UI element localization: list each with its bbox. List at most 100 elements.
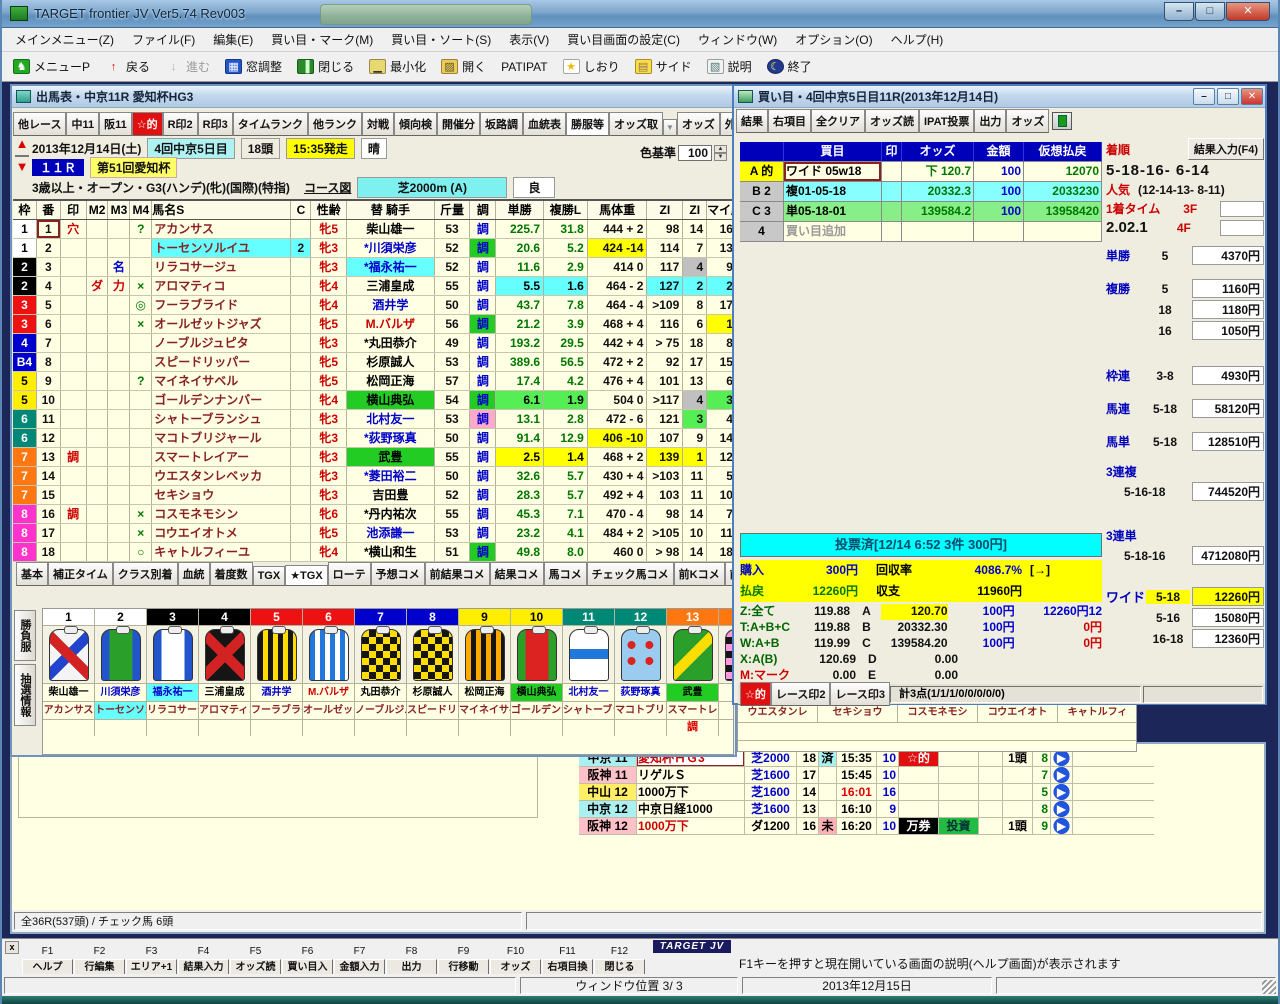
shutsuba-tab-1[interactable]: 中11 — [66, 112, 100, 136]
kaime-caption[interactable]: 買い目・4回中京5日目11R(2013年12月14日) – □ ✕ — [734, 86, 1265, 108]
bottom-tab-2[interactable]: クラス別着 — [112, 562, 178, 586]
race-list-row[interactable]: 中山 12 1000万下 芝1600 14 16:01 16 5 ▶ — [579, 784, 1154, 801]
shutsuba-tab-7[interactable]: 他ランク — [307, 112, 362, 136]
kaime-tool-5[interactable]: 出力 — [974, 109, 1007, 133]
menu-p-button[interactable]: ♞ メニューP — [6, 56, 97, 77]
shutsuba-tab-11[interactable]: 坂路調 — [479, 112, 523, 136]
table-row[interactable]: 1 1 穴? アカンサス 牝5 柴山雄一 53 調 225.7 31.8 444 + 2 98 14 16 — [13, 220, 737, 239]
bottom-tab-12[interactable]: チェック馬コメ — [586, 562, 674, 586]
race-open-icon[interactable]: ▶ — [1051, 784, 1073, 800]
race-open-icon[interactable]: ▶ — [1051, 801, 1073, 817]
bet-row[interactable]: A 的ワイド 05w18 下 120.7 100 12070 — [740, 162, 1102, 182]
menu-item-買い目画面の設定(C)[interactable]: 買い目画面の設定(C) — [558, 28, 689, 51]
bet-row[interactable]: B 2 複01-05-18 20332.3 100 2033230 — [740, 182, 1102, 202]
tab-race-mark3[interactable]: レース印3 — [830, 682, 891, 706]
table-row[interactable]: 5 9? マイネイサベル 牝5 松岡正海 57 調 17.4 4.2 476 + 4 101 13 6 — [13, 372, 737, 391]
close-button[interactable]: ✕ — [1226, 2, 1270, 21]
shutsuba-tab-8[interactable]: 対戦 — [361, 112, 394, 136]
ipat-button[interactable]: PAT IPAT — [494, 58, 554, 76]
bottom-tab-7[interactable]: ローテ — [327, 562, 371, 586]
shutsuba-tab-9[interactable]: 傾向検 — [393, 112, 437, 136]
kaime-tool-6[interactable]: オッズ — [1006, 109, 1050, 133]
bottom-tab-4[interactable]: 着度数 — [209, 562, 253, 586]
close-window-button[interactable]: ▐ 閉じる — [290, 56, 361, 77]
bet-row[interactable]: C 3 単05-18-01 139584.2 100 13958420 — [740, 202, 1102, 222]
shutsuba-tab-16[interactable]: オッズ — [676, 112, 720, 136]
menu-item-メインメニュー(Z)[interactable]: メインメニュー(Z) — [6, 28, 123, 51]
tab-mark-hit[interactable]: ☆的 — [740, 682, 771, 706]
back-button[interactable]: ↑ 戻る — [98, 56, 157, 77]
kaime-tool-1[interactable]: 右項目 — [768, 109, 811, 133]
result-input-button[interactable]: 結果入力(F4) — [1187, 138, 1264, 160]
shutsuba-tab-5[interactable]: R印3 — [197, 112, 233, 136]
race-list-row[interactable]: 阪神 11 リゲルＳ 芝1600 17 15:45 10 7 ▶ — [579, 767, 1154, 784]
table-row[interactable]: 7 15 セキショウ 牝3 吉田豊 52 調 28.3 5.7 492 + 4 103 11 10 — [13, 486, 737, 505]
bottom-tab-8[interactable]: 予想コメ — [370, 562, 425, 586]
color-base-input[interactable]: 100 — [678, 144, 712, 161]
shutsuba-tab-3[interactable]: ☆的 — [131, 112, 163, 136]
minimize-button[interactable]: ▁ 最小化 — [362, 56, 433, 77]
shutsuba-tab-15[interactable]: ▼ — [662, 119, 677, 136]
bottom-tab-10[interactable]: 結果コメ — [489, 562, 544, 586]
menu-item-ヘルプ(H)[interactable]: ヘルプ(H) — [882, 28, 953, 51]
kaime-tool-4[interactable]: IPAT投票 — [919, 109, 975, 133]
bottom-tab-5[interactable]: TGX — [252, 566, 286, 586]
shutsuba-tab-2[interactable]: 阪11 — [99, 112, 132, 136]
bottom-tab-0[interactable]: 基本 — [16, 562, 48, 586]
table-row[interactable]: 8 17 × コウエイオトメ 牝5 池添謙一 53 調 23.2 4.1 484 + 2 >105 10… — [13, 524, 737, 543]
table-row[interactable]: 5 10 ゴールデンナンバー 牝4 横山典弘 54 調 6.1 1.9 504 0 >117 4 3 — [13, 391, 737, 410]
race-open-icon[interactable]: ▶ — [1051, 750, 1073, 766]
tab-lottery-info[interactable]: 抽選情報 — [14, 664, 36, 726]
prev-race-icon[interactable]: ▲ — [14, 136, 30, 151]
resize-grip[interactable] — [1262, 980, 1276, 994]
bottom-tab-9[interactable]: 前結果コメ — [424, 562, 490, 586]
shutsuba-tab-12[interactable]: 血統表 — [522, 112, 566, 136]
rate-arrow[interactable]: [→] — [1030, 560, 1050, 581]
shutsuba-tab-13[interactable]: 勝服等 — [565, 112, 609, 136]
maximize-button[interactable]: □ — [1195, 2, 1225, 21]
bottom-tab-1[interactable]: 補正タイム — [48, 562, 113, 586]
color-base-up[interactable]: ▲ — [714, 144, 727, 153]
shutsuba-tab-4[interactable]: R印2 — [162, 112, 198, 136]
table-row[interactable]: 8 16 調 × コスモネモシン 牝6 *丹内祐次 55 調 45.3 7.1 470 - 4 98 14… — [13, 505, 737, 524]
bottom-tab-6[interactable]: ★TGX — [285, 565, 328, 586]
manual-button[interactable]: ▧ 説明 — [700, 56, 759, 77]
menu-item-編集(E)[interactable]: 編集(E) — [204, 28, 262, 51]
race-list-row[interactable]: 中京 12 中京日経1000 芝1600 13 16:10 9 8 ▶ — [579, 801, 1154, 818]
bookmark-button[interactable]: ★ しおり — [556, 56, 627, 77]
kaime-minimize-button[interactable]: – — [1193, 88, 1215, 105]
side-button[interactable]: ▤ サイド — [628, 56, 699, 77]
kaime-tool-0[interactable]: 結果 — [736, 109, 768, 133]
race-open-icon[interactable]: ▶ — [1051, 767, 1073, 783]
table-row[interactable]: 2 3 名リラコサージュ 牝3 *福永祐一 52 調 11.6 2.9 414 0 117 4 9 — [13, 258, 737, 277]
tab-silks[interactable]: 勝負服 — [14, 610, 36, 661]
table-row[interactable]: 7 13 調スマートレイアー 牝3 武豊 55 調 2.5 1.4 468 + 2 139 1 12 — [13, 448, 737, 467]
menu-item-買い目・マーク(M)[interactable]: 買い目・マーク(M) — [262, 28, 382, 51]
kaime-tool-2[interactable]: 全クリア — [811, 109, 865, 133]
table-row[interactable]: 1 2 トーセンソルイユ 2 牝3 *川須栄彦 52 調 20.6 5.2 424 -14 114 7 1… — [13, 239, 737, 258]
tab-race-mark2[interactable]: レース印2 — [770, 682, 831, 706]
window-adjust-button[interactable]: ▦ 窓調整 — [218, 56, 289, 77]
exit-button[interactable]: ☾ 終了 — [760, 56, 819, 77]
table-row[interactable]: 3 5 ◎ フーラブライド 牝4 酒井学 50 調 43.7 7.8 464 - 4 >109 8 17 — [13, 296, 737, 315]
menu-item-ファイル(F)[interactable]: ファイル(F) — [123, 28, 204, 51]
table-row[interactable]: 8 18 ○ キャトルフィーユ 牝4 *横山和生 51 調 49.8 8.0 460 0 > 98 14… — [13, 543, 737, 562]
open-button[interactable]: ▨ 開く — [434, 56, 493, 77]
color-base-down[interactable]: ▼ — [714, 152, 727, 161]
shutsuba-tab-0[interactable]: 他レース — [13, 112, 67, 136]
table-row[interactable]: 2 4 ダ力 × アロマティコ 牝4 三浦皇成 55 調 5.5 1.6 464 - 2 127 2 2 — [13, 277, 737, 296]
bottom-tab-11[interactable]: 馬コメ — [543, 562, 587, 586]
table-row[interactable]: B4 8 スピードリッパー 牝5 杉原誠人 53 調 389.6 56.5 472 + 2 92 17… — [13, 353, 737, 372]
minimize-button[interactable]: – — [1164, 2, 1194, 21]
menu-item-表示(V)[interactable]: 表示(V) — [500, 28, 558, 51]
kaime-tool-3[interactable]: オッズ読 — [865, 109, 919, 133]
menu-item-ウィンドウ(W)[interactable]: ウィンドウ(W) — [689, 28, 786, 51]
next-race-icon[interactable]: ▼ — [14, 159, 30, 174]
table-row[interactable]: 3 6 × オールゼットジャズ 牝5 M.バルザ 56 調 21.2 3.9 468 + 4 116 6… — [13, 315, 737, 334]
table-row[interactable]: 6 11 シャトーブランシュ 牝3 北村友一 53 調 13.1 2.8 472 - 6 121 3 4 — [13, 410, 737, 429]
shutsuba-tab-6[interactable]: タイムランク — [232, 112, 308, 136]
kaime-maximize-button[interactable]: □ — [1217, 88, 1239, 105]
exit-door-icon[interactable] — [1052, 112, 1073, 130]
race-open-icon[interactable]: ▶ — [1051, 818, 1073, 834]
table-row[interactable]: 7 14 ウエスタンレベッカ 牝3 *菱田裕二 50 調 32.6 5.7 430 + 4 >103… — [13, 467, 737, 486]
